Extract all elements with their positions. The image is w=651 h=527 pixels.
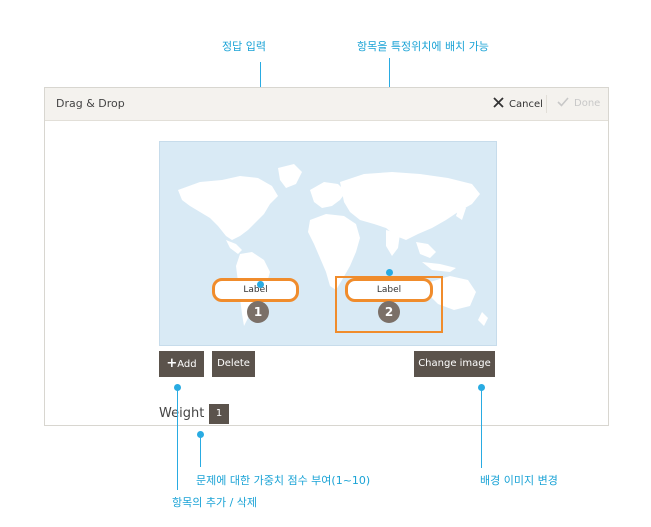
delete-button[interactable]: Delete: [212, 351, 255, 377]
dialog-title: Drag & Drop: [56, 97, 125, 110]
annotation-line-change-bg: [481, 390, 482, 468]
done-button[interactable]: Done: [557, 97, 600, 110]
weight-label: Weight :: [159, 406, 213, 421]
item-2-label-field[interactable]: Label: [345, 278, 433, 302]
close-icon: [493, 97, 504, 111]
change-image-button[interactable]: Change image: [414, 351, 495, 377]
drag-drop-dialog: Drag & Drop Cancel Done Label 1 Label 2 …: [44, 87, 609, 426]
check-icon: [557, 97, 569, 110]
annotation-weight-desc: 문제에 대한 가중치 점수 부여(1~10): [196, 474, 371, 487]
header-divider: [546, 95, 547, 113]
add-label: Add: [177, 359, 197, 370]
item-2-number-badge[interactable]: 2: [378, 301, 400, 323]
world-map-graphic: [178, 164, 488, 326]
annotation-correct-input: 정답 입력: [222, 40, 266, 53]
plus-icon: +: [166, 356, 178, 371]
annotation-dot-1: [257, 281, 264, 288]
annotation-add-delete: 항목의 추가 / 삭제: [172, 496, 258, 509]
cancel-label: Cancel: [509, 98, 543, 110]
cancel-button[interactable]: Cancel: [493, 97, 543, 111]
annotation-dot-2: [386, 269, 393, 276]
weight-input[interactable]: 1: [209, 404, 229, 424]
item-1-number-badge[interactable]: 1: [247, 301, 269, 323]
annotation-change-bg: 배경 이미지 변경: [480, 474, 558, 487]
item-1-label-field[interactable]: Label: [212, 278, 299, 302]
annotation-place-item: 항목을 특정위치에 배치 가능: [357, 40, 489, 53]
annotation-line-add: [177, 390, 178, 490]
background-image-map[interactable]: [159, 141, 497, 346]
annotation-line-weight: [200, 437, 201, 467]
dialog-header: Drag & Drop Cancel Done: [45, 88, 608, 121]
add-button[interactable]: +Add: [159, 351, 204, 377]
done-label: Done: [574, 98, 601, 109]
